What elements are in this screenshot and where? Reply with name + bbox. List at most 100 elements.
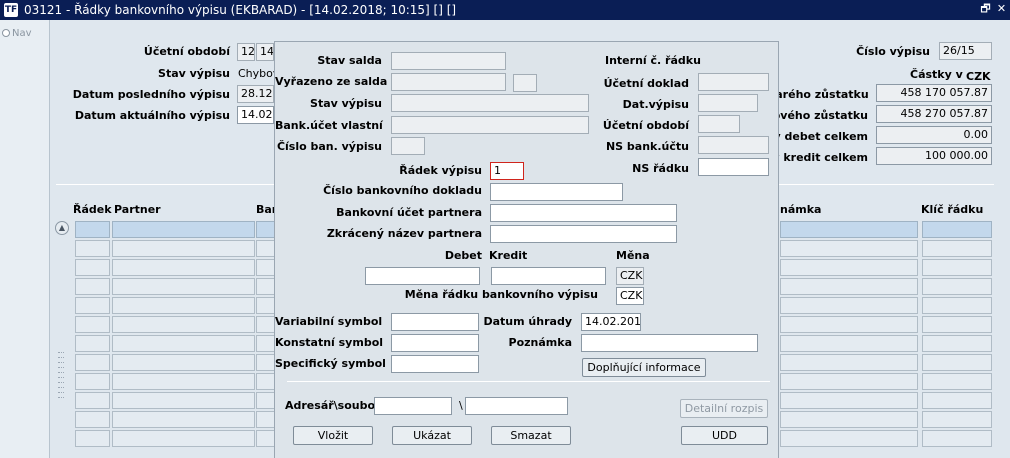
bank-ucet-vlastni-field[interactable] — [391, 116, 589, 134]
grid-cell[interactable] — [112, 430, 255, 447]
column-header-partner[interactable]: Partner — [114, 203, 161, 216]
grid-cell[interactable] — [75, 392, 110, 409]
adresar-field[interactable] — [374, 397, 452, 415]
grid-cell[interactable] — [780, 278, 918, 295]
vyrazeno-ze-salda-field[interactable] — [391, 73, 506, 91]
grid-cell[interactable] — [75, 221, 110, 238]
grid-cell[interactable] — [112, 316, 255, 333]
column-header-radek[interactable]: Řádek — [73, 203, 112, 216]
grid-cell[interactable] — [922, 278, 992, 295]
grid-cell[interactable] — [75, 335, 110, 352]
grid-cell[interactable] — [922, 373, 992, 390]
detailni-rozpis-button[interactable]: Detailní rozpis — [680, 399, 768, 418]
debet-celkem-label: y debet celkem — [773, 130, 868, 143]
mena-field[interactable]: CZK — [616, 267, 644, 285]
grid-cell[interactable] — [922, 392, 992, 409]
grid-cell[interactable] — [112, 240, 255, 257]
ns-radku-field[interactable] — [698, 158, 769, 176]
grid-cell[interactable] — [112, 278, 255, 295]
grid-cell[interactable] — [922, 430, 992, 447]
ns-bank-uctu-field[interactable] — [698, 136, 769, 154]
cislo-bankovniho-dokladu-field[interactable] — [490, 183, 623, 201]
column-header-klic-radku[interactable]: Klíč řádku — [921, 203, 983, 216]
grid-cell[interactable] — [75, 240, 110, 257]
grid-cell[interactable] — [922, 411, 992, 428]
bank-ucet-vlastni-label: Bank.účet vlastní — [275, 119, 383, 132]
grid-cell[interactable] — [922, 221, 992, 238]
datum-aktualniho-field[interactable]: 14.02.2 — [237, 106, 274, 124]
grid-cell[interactable] — [75, 259, 110, 276]
grid-cell[interactable] — [112, 335, 255, 352]
column-header-poznamka[interactable]: námka — [780, 203, 821, 216]
bankovni-ucet-partnera-field[interactable] — [490, 204, 677, 222]
smazat-button[interactable]: Smazat — [491, 426, 571, 445]
modal-ucetni-obdobi-field[interactable] — [698, 115, 740, 133]
nav-button[interactable]: Nav — [2, 28, 32, 39]
dat-vypisu-field[interactable] — [698, 94, 758, 112]
kredit-field[interactable] — [491, 267, 606, 285]
grid-cell[interactable] — [780, 392, 918, 409]
grid-cell[interactable] — [780, 411, 918, 428]
grid-cell[interactable] — [780, 297, 918, 314]
grid-cell[interactable] — [112, 373, 255, 390]
grid-cell[interactable] — [75, 316, 110, 333]
restore-window-icon[interactable]: 🗗 — [979, 2, 992, 16]
vlozit-button[interactable]: Vložit — [293, 426, 373, 445]
scroll-up-icon[interactable]: ▲ — [55, 221, 69, 235]
udd-button[interactable]: UDD — [681, 426, 768, 445]
soubor-field[interactable] — [465, 397, 568, 415]
noveho-zustatku-field[interactable]: 458 270 057.87 — [876, 105, 992, 123]
ucetni-obdobi-label: Účetní období — [143, 45, 230, 58]
grid-cell[interactable] — [780, 316, 918, 333]
grid-cell[interactable] — [112, 297, 255, 314]
grid-cell[interactable] — [780, 373, 918, 390]
grid-cell[interactable] — [112, 221, 255, 238]
stareho-zustatku-field[interactable]: 458 170 057.87 — [876, 84, 992, 102]
mena-radku-field[interactable]: CZK — [616, 287, 644, 305]
grid-cell[interactable] — [780, 240, 918, 257]
datum-posledniho-field[interactable]: 28.12.2 — [237, 85, 274, 103]
grid-cell[interactable] — [75, 278, 110, 295]
kredit-celkem-field[interactable]: 100 000.00 — [876, 147, 992, 165]
datum-uhrady-field[interactable]: 14.02.2018 — [581, 313, 641, 331]
grid-cell[interactable] — [75, 373, 110, 390]
grid-cell[interactable] — [922, 335, 992, 352]
ucetni-obdobi-field-2[interactable]: 14 — [256, 43, 274, 61]
zkraceny-nazev-partnera-field[interactable] — [490, 225, 677, 243]
doplnujici-informace-button[interactable]: Doplňující informace — [582, 358, 706, 377]
konstantni-symbol-field[interactable] — [391, 334, 479, 352]
debet-field[interactable] — [365, 267, 480, 285]
radek-vypisu-field[interactable]: 1 — [490, 162, 524, 180]
debet-celkem-field[interactable]: 0.00 — [876, 126, 992, 144]
grid-cell[interactable] — [75, 297, 110, 314]
variabilni-symbol-field[interactable] — [391, 313, 479, 331]
ucetni-doklad-field[interactable] — [698, 73, 769, 91]
grid-cell[interactable] — [922, 316, 992, 333]
grid-cell[interactable] — [780, 354, 918, 371]
grid-cell[interactable] — [112, 392, 255, 409]
grid-cell[interactable] — [75, 430, 110, 447]
grid-cell[interactable] — [780, 259, 918, 276]
specificky-symbol-field[interactable] — [391, 355, 479, 373]
ukazat-button[interactable]: Ukázat — [392, 426, 472, 445]
grid-cell[interactable] — [112, 354, 255, 371]
ucetni-obdobi-field-1[interactable]: 12 — [237, 43, 255, 61]
stav-salda-field[interactable] — [391, 52, 506, 70]
grid-cell[interactable] — [780, 221, 918, 238]
grid-cell[interactable] — [922, 240, 992, 257]
grid-cell[interactable] — [922, 297, 992, 314]
vyrazeno-flag-field[interactable] — [513, 74, 537, 92]
cislo-ban-vypisu-field[interactable] — [391, 137, 425, 155]
grid-cell[interactable] — [780, 335, 918, 352]
modal-stav-vypisu-field[interactable] — [391, 94, 589, 112]
close-window-icon[interactable]: ✕ — [995, 2, 1008, 16]
grid-cell[interactable] — [922, 354, 992, 371]
grid-cell[interactable] — [75, 354, 110, 371]
grid-cell[interactable] — [922, 259, 992, 276]
grid-cell[interactable] — [112, 259, 255, 276]
grid-cell[interactable] — [780, 430, 918, 447]
grid-cell[interactable] — [112, 411, 255, 428]
cislo-vypisu-field[interactable]: 26/15 — [939, 42, 992, 60]
grid-cell[interactable] — [75, 411, 110, 428]
poznamka-field[interactable] — [581, 334, 758, 352]
